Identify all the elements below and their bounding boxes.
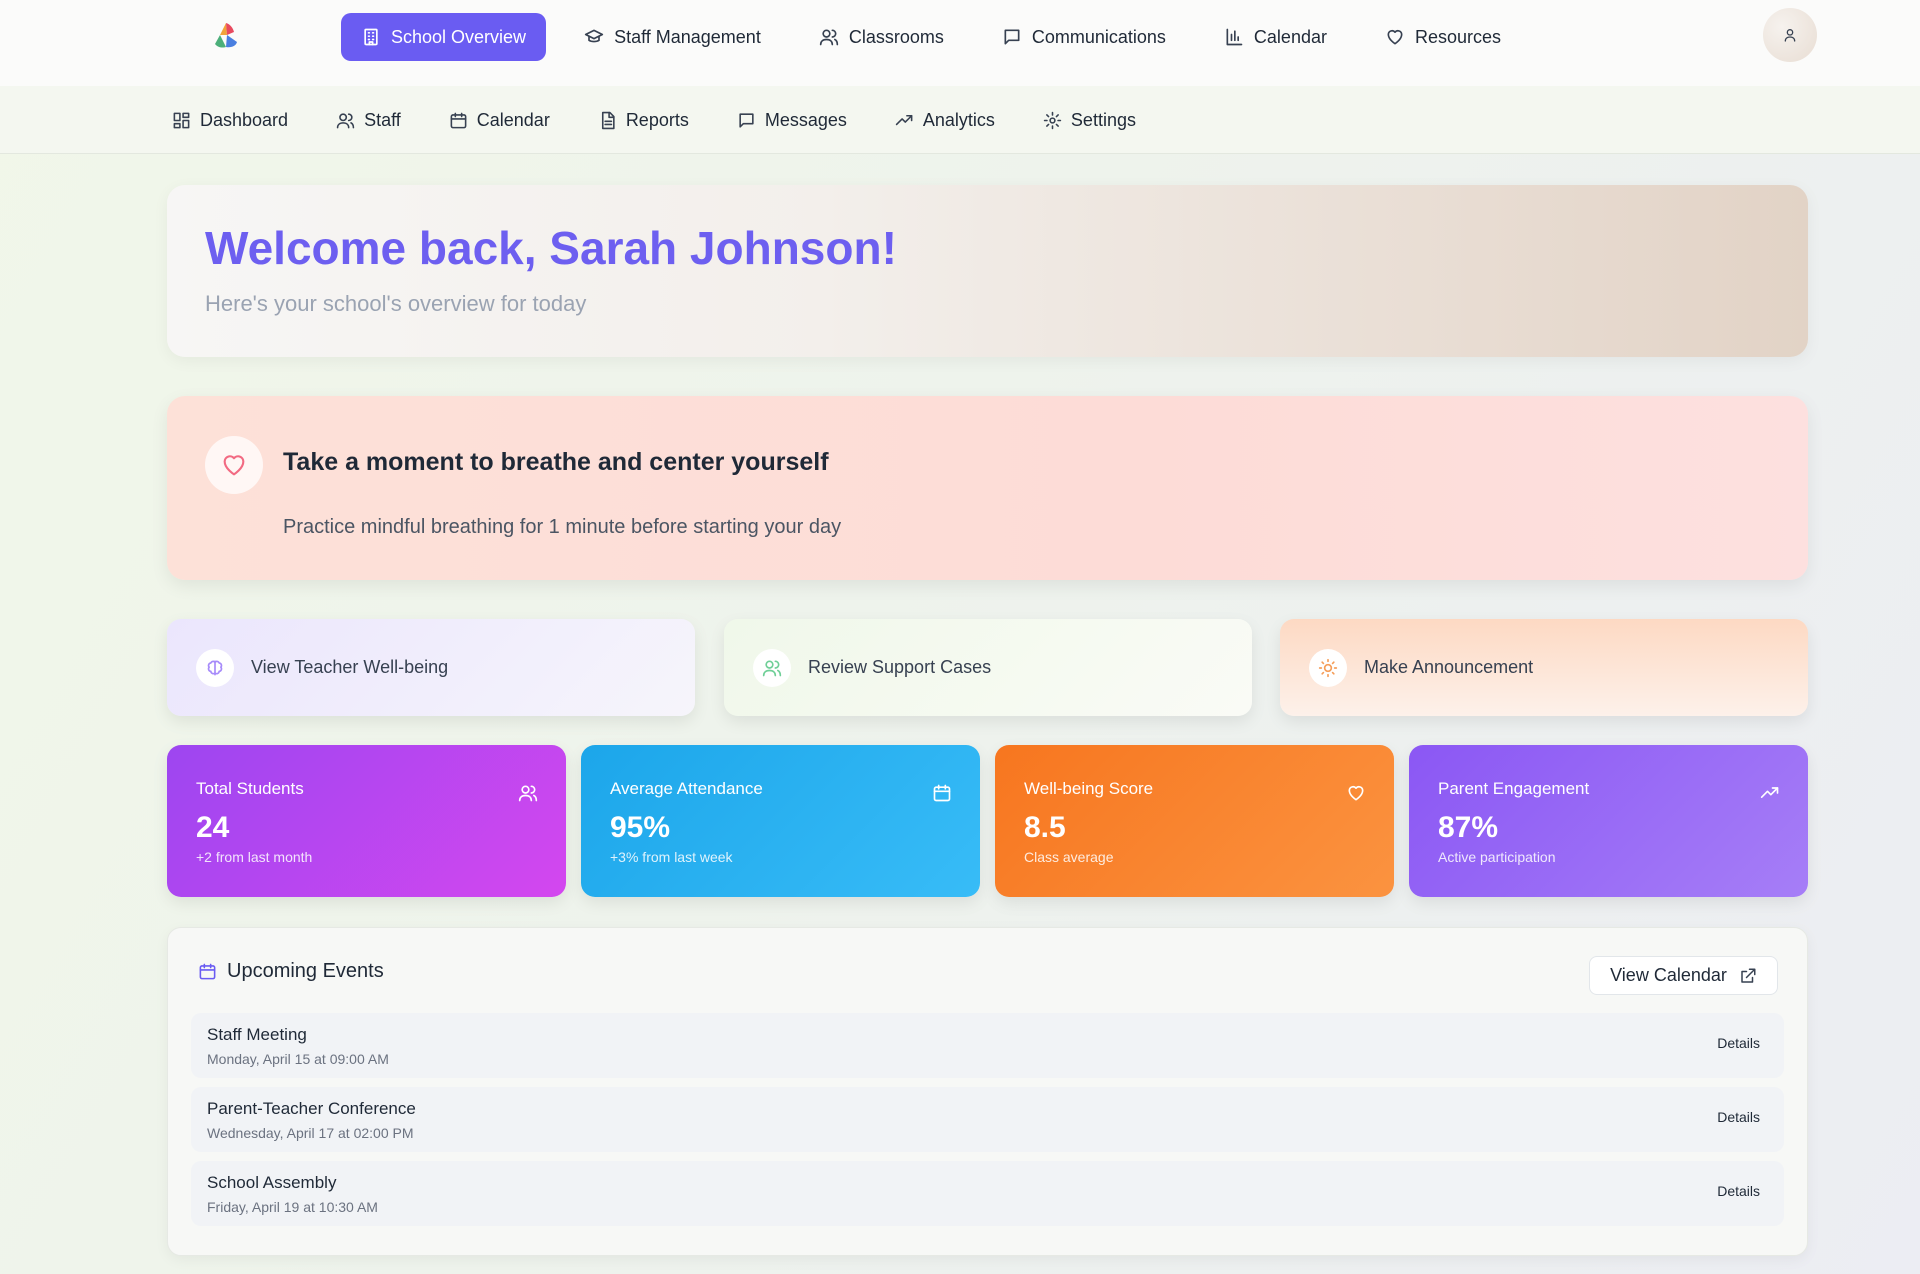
top-nav-classrooms[interactable]: Classrooms [799, 13, 964, 61]
event-time: Friday, April 19 at 10:30 AM [207, 1199, 378, 1215]
users-icon [753, 648, 791, 687]
event-time: Wednesday, April 17 at 02:00 PM [207, 1125, 414, 1141]
subnav-label: Analytics [922, 109, 995, 130]
top-nav-label: School Overview [391, 26, 527, 47]
mindfulness-title: Take a moment to breathe and center your… [283, 448, 829, 476]
stat-card-average-attendance: Average Attendance 95% +3% from last wee… [581, 745, 980, 897]
event-details-button[interactable]: Details [1717, 1035, 1760, 1051]
top-nav-label: Resources [1414, 26, 1502, 47]
event-time: Monday, April 15 at 09:00 AM [207, 1051, 389, 1067]
stat-card-parent-engagement: Parent Engagement 87% Active participati… [1409, 745, 1808, 897]
user-avatar[interactable] [1763, 8, 1817, 62]
heart-icon [205, 436, 263, 494]
top-navigation: School Overview Staff Management Classro… [0, 0, 1920, 86]
top-nav-school-overview[interactable]: School Overview [341, 13, 547, 61]
event-name: Staff Meeting [207, 1025, 307, 1044]
app-logo[interactable] [210, 20, 242, 52]
subnav-staff[interactable]: Staff [336, 110, 401, 131]
welcome-subtitle: Here's your school's overview for today [205, 291, 587, 316]
trending-up-icon [895, 111, 914, 130]
users-icon [336, 111, 355, 130]
subnav-messages[interactable]: Messages [737, 110, 847, 131]
event-row: Parent-Teacher Conference Wednesday, Apr… [191, 1087, 1784, 1152]
stat-value: 8.5 [1024, 811, 1066, 844]
subnav-dashboard[interactable]: Dashboard [172, 110, 288, 131]
stat-note: Active participation [1438, 849, 1556, 865]
building-icon [361, 27, 381, 47]
event-row: School Assembly Friday, April 19 at 10:3… [191, 1161, 1784, 1226]
heart-icon [1346, 783, 1366, 803]
stat-note: Class average [1024, 849, 1114, 865]
event-name: Parent-Teacher Conference [207, 1099, 416, 1118]
external-link-icon [1739, 967, 1757, 985]
sun-icon [1309, 648, 1347, 687]
users-icon [819, 27, 839, 47]
top-nav-label: Staff Management [614, 26, 761, 47]
stat-note: +2 from last month [196, 849, 313, 865]
mindfulness-text: Practice mindful breathing for 1 minute … [283, 516, 842, 538]
upcoming-events-panel: Upcoming Events View Calendar Staff Meet… [167, 927, 1808, 1256]
stat-value: 24 [196, 811, 230, 844]
calendar-icon [449, 111, 468, 130]
heart-icon [1385, 27, 1405, 47]
grid-icon [172, 111, 191, 130]
subnav-settings[interactable]: Settings [1043, 110, 1136, 131]
event-name: School Assembly [207, 1173, 337, 1192]
stat-value: 95% [610, 811, 671, 844]
message-square-icon [737, 111, 756, 130]
stat-value: 87% [1438, 811, 1499, 844]
event-row: Staff Meeting Monday, April 15 at 09:00 … [191, 1013, 1784, 1078]
top-nav-communications[interactable]: Communications [982, 13, 1186, 61]
users-icon [518, 783, 538, 803]
welcome-title: Welcome back, Sarah Johnson! [205, 222, 897, 274]
subnav-label: Settings [1070, 109, 1136, 130]
top-nav-staff-management[interactable]: Staff Management [564, 13, 781, 61]
make-announcement-button[interactable]: Make Announcement [1280, 619, 1808, 716]
graduation-cap-icon [584, 27, 604, 47]
gear-icon [1043, 111, 1062, 130]
calendar-icon [932, 783, 952, 803]
calendar-icon [198, 962, 217, 981]
welcome-banner: Welcome back, Sarah Johnson! Here's your… [167, 185, 1808, 357]
stat-note: +3% from last week [610, 849, 733, 865]
review-support-cases-button[interactable]: Review Support Cases [724, 619, 1252, 716]
top-nav-resources[interactable]: Resources [1365, 13, 1521, 61]
view-teacher-wellbeing-button[interactable]: View Teacher Well-being [167, 619, 695, 716]
view-calendar-button[interactable]: View Calendar [1589, 956, 1778, 995]
mindfulness-card: Take a moment to breathe and center your… [167, 396, 1808, 580]
user-icon [1782, 27, 1798, 43]
action-label: Make Announcement [1364, 657, 1534, 677]
events-header: Upcoming Events [198, 960, 384, 983]
stat-card-wellbeing-score: Well-being Score 8.5 Class average [995, 745, 1394, 897]
top-nav-label: Classrooms [848, 26, 944, 47]
stat-card-total-students: Total Students 24 +2 from last month [167, 745, 566, 897]
action-label: View Teacher Well-being [251, 657, 449, 677]
subnav-label: Messages [764, 109, 847, 130]
subnav-label: Calendar [476, 109, 550, 130]
sub-navigation: Dashboard Staff Calendar Reports Message… [0, 86, 1920, 154]
subnav-analytics[interactable]: Analytics [895, 110, 995, 131]
action-label: Review Support Cases [808, 657, 992, 677]
view-calendar-label: View Calendar [1610, 965, 1727, 985]
event-details-button[interactable]: Details [1717, 1183, 1760, 1199]
file-text-icon [598, 111, 617, 130]
top-nav-label: Communications [1031, 26, 1166, 47]
subnav-reports[interactable]: Reports [598, 110, 689, 131]
stat-label: Parent Engagement [1438, 779, 1590, 798]
stat-label: Well-being Score [1024, 779, 1154, 798]
stat-label: Total Students [196, 779, 304, 798]
subnav-label: Dashboard [200, 109, 289, 130]
brain-icon [196, 648, 234, 687]
subnav-label: Staff [364, 109, 401, 130]
subnav-label: Reports [625, 109, 689, 130]
top-nav-label: Calendar [1253, 26, 1327, 47]
events-title: Upcoming Events [227, 960, 384, 982]
trending-up-icon [1760, 783, 1780, 803]
message-square-icon [1002, 27, 1022, 47]
event-details-button[interactable]: Details [1717, 1109, 1760, 1125]
bar-chart-icon [1224, 27, 1244, 47]
subnav-calendar[interactable]: Calendar [449, 110, 550, 131]
top-nav-calendar[interactable]: Calendar [1204, 13, 1347, 61]
stat-label: Average Attendance [610, 779, 763, 798]
